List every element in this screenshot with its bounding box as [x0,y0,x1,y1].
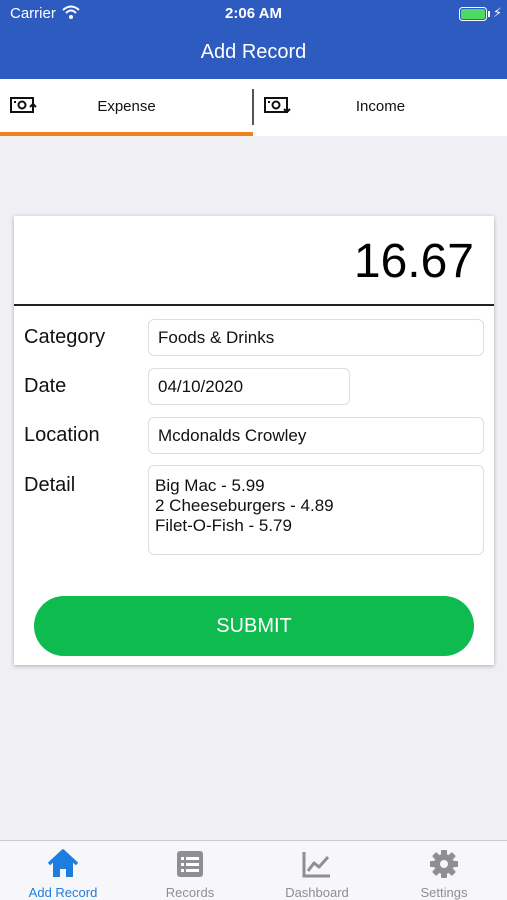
amount-display[interactable]: 16.67 [354,234,474,289]
battery-icon [459,7,491,25]
detail-textarea[interactable]: Big Mac - 5.99 2 Cheeseburgers - 4.89 Fi… [148,465,484,555]
category-field[interactable]: Foods & Drinks [148,319,484,356]
bottom-tab-dashboard-label: Dashboard [285,885,349,900]
location-field[interactable]: Mcdonalds Crowley [148,417,484,454]
bottom-tab-records[interactable]: Records [127,841,253,900]
chart-icon [301,849,333,879]
tab-expense[interactable]: Expense [0,79,253,136]
gear-icon [428,849,460,879]
detail-label: Detail [24,474,76,496]
location-label: Location [24,424,100,446]
bottom-tab-settings-label: Settings [420,885,468,900]
date-field[interactable]: 04/10/2020 [148,368,350,405]
tab-income[interactable]: Income [254,79,507,136]
tab-income-label: Income [355,98,406,115]
bottom-tab-add-record[interactable]: Add Record [0,841,126,900]
tab-expense-label: Expense [97,98,156,115]
home-icon [47,849,79,879]
header-bar: Carrier 2:06 AM ⚡ Add Record [0,0,507,79]
category-label: Category [24,326,106,348]
record-form-card: 16.67 Category Foods & Drinks Date 04/10… [14,216,494,665]
bottom-tab-records-label: Records [165,885,215,900]
bottom-tab-dashboard[interactable]: Dashboard [254,841,380,900]
status-time: 2:06 AM [225,5,282,22]
date-label: Date [24,375,67,397]
page-title: Add Record [200,41,307,63]
amount-underline [14,304,494,306]
status-bar: Carrier 2:06 AM ⚡ [0,0,507,28]
bottom-tab-bar: Add Record Records Dashboard Settings [0,840,507,900]
charging-icon: ⚡ [493,5,503,20]
bottom-tab-add-record-label: Add Record [28,885,98,900]
list-icon [174,849,206,879]
bottom-tab-settings[interactable]: Settings [381,841,507,900]
submit-button[interactable]: SUBMIT [34,596,474,656]
tab-divider [252,89,254,125]
